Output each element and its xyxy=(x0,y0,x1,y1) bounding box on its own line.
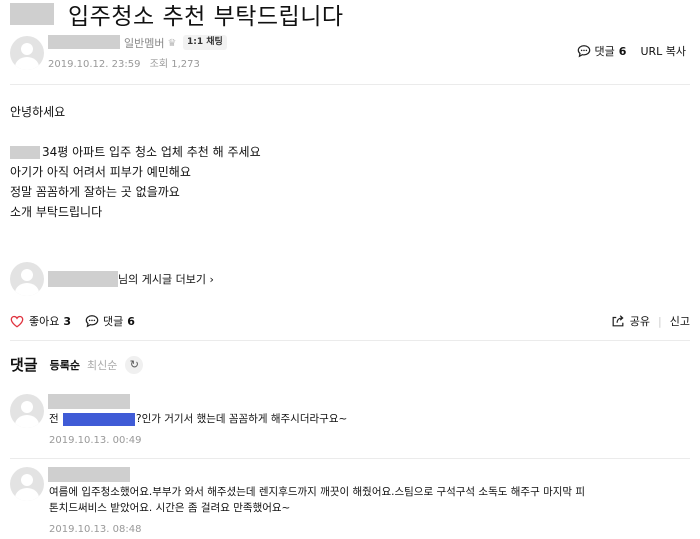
more-posts-link[interactable]: 님의 게시글 더보기 › xyxy=(10,262,214,296)
redacted-company-name xyxy=(63,412,136,426)
comment-item: 전 ?인가 거기서 했는데 꼼꼼하게 해주시더라구요~ 2019.10.13. … xyxy=(10,394,690,454)
top-comment-label: 댓글 xyxy=(594,45,615,58)
like-count: 3 xyxy=(63,314,72,328)
like-label: 좋아요 xyxy=(29,315,60,328)
top-comment-count: 6 xyxy=(618,44,627,58)
body-line-greeting: 안녕하세요 xyxy=(10,105,66,119)
action-separator: | xyxy=(658,314,662,328)
url-copy-button[interactable]: URL 복사 xyxy=(640,43,686,59)
body-line-request-text: 34평 아파트 입주 청소 업체 추천 해 주세요 xyxy=(42,145,261,159)
redacted-commenter-name[interactable] xyxy=(48,467,130,482)
like-button[interactable]: 좋아요 3 xyxy=(10,313,71,329)
top-actions: 댓글 6 URL 복사 xyxy=(577,43,686,59)
crown-icon: ♛ xyxy=(167,37,177,49)
comment-text-line1: 여름에 입주청소했어요.부부가 와서 해주셨는데 렌지후드까지 깨끗이 해줬어요… xyxy=(49,486,586,498)
body-line-closing: 소개 부탁드립니다 xyxy=(10,205,103,219)
post-date: 2019.10.12. 23:59 xyxy=(48,59,141,70)
redacted-commenter-name[interactable] xyxy=(48,394,130,409)
comment-avatar[interactable] xyxy=(10,394,44,428)
title-row: 입주청소 추천 부탁드립니다 xyxy=(10,0,344,30)
header-divider xyxy=(10,84,690,85)
more-posts-label: 님의 게시글 더보기 › xyxy=(118,273,214,286)
author-avatar[interactable] xyxy=(10,36,44,70)
refresh-icon[interactable]: ↻ xyxy=(125,355,144,374)
heart-icon xyxy=(10,315,24,328)
post-meta: 2019.10.12. 23:59 조회 1,273 xyxy=(48,55,200,70)
comment-date: 2019.10.13. 08:48 xyxy=(49,524,142,535)
body-line-request: 34평 아파트 입주 청소 업체 추천 해 주세요 xyxy=(10,142,261,162)
comment-date: 2019.10.13. 00:49 xyxy=(49,435,142,446)
member-grade: 일반멤버 ♛ xyxy=(124,35,181,51)
comment-text-before: 전 xyxy=(49,413,59,425)
sort-latest-tab[interactable]: 최신순 xyxy=(87,357,117,373)
member-grade-label: 일반멤버 xyxy=(124,37,165,50)
comment-item: 여름에 입주청소했어요.부부가 와서 해주셨는데 렌지후드까지 깨끗이 해줬어요… xyxy=(10,467,690,537)
comment-text: 전 ?인가 거기서 했는데 꼼꼼하게 해주시더라구요~ xyxy=(49,411,347,427)
body-line-question: 정말 꼼꼼하게 잘하는 곳 없을까요 xyxy=(10,185,180,199)
reaction-comment-count: 6 xyxy=(127,314,135,328)
comment-text-after: ?인가 거기서 했는데 꼼꼼하게 해주시더라구요~ xyxy=(136,413,348,425)
redacted-author-name-2 xyxy=(48,271,118,287)
comment-avatar[interactable] xyxy=(10,467,44,501)
comments-title: 댓글 xyxy=(10,356,38,374)
post-title: 입주청소 추천 부탁드립니다 xyxy=(68,4,344,30)
redacted-location xyxy=(10,146,40,159)
redacted-author-name[interactable] xyxy=(48,35,120,49)
reaction-comment-button[interactable]: 댓글 6 xyxy=(85,313,135,329)
reaction-comment-label: 댓글 xyxy=(103,315,124,328)
body-line-baby: 아기가 아직 어려서 피부가 예민해요 xyxy=(10,165,191,179)
share-report-group: 공유 | 신고 xyxy=(611,313,690,329)
sort-registered-tab[interactable]: 등록순 xyxy=(50,357,80,373)
comment-icon xyxy=(577,45,590,58)
report-button[interactable]: 신고 xyxy=(670,313,690,329)
reactions-divider xyxy=(10,340,690,341)
chat-button[interactable]: 1:1 채팅 xyxy=(183,35,227,50)
comment-icon xyxy=(85,315,99,328)
redacted-cafe-prefix xyxy=(10,3,54,25)
comment-text-line2: 톤치드써비스 받았어요. 시간은 좀 걸려요 만족했어요~ xyxy=(49,502,291,514)
more-posts-avatar xyxy=(10,262,44,296)
share-button[interactable]: 공유 xyxy=(630,313,650,329)
post-body: 안녕하세요 34평 아파트 입주 청소 업체 추천 해 주세요 아기가 아직 어… xyxy=(10,102,261,222)
reaction-bar: 좋아요 3 댓글 6 공유 | 신고 xyxy=(10,313,690,331)
comment-divider xyxy=(10,458,690,459)
post-views: 조회 1,273 xyxy=(149,59,200,70)
share-icon[interactable] xyxy=(611,314,625,328)
top-comment-button[interactable]: 댓글 6 xyxy=(577,43,627,59)
comments-header: 댓글 등록순 최신순 ↻ xyxy=(10,354,144,375)
